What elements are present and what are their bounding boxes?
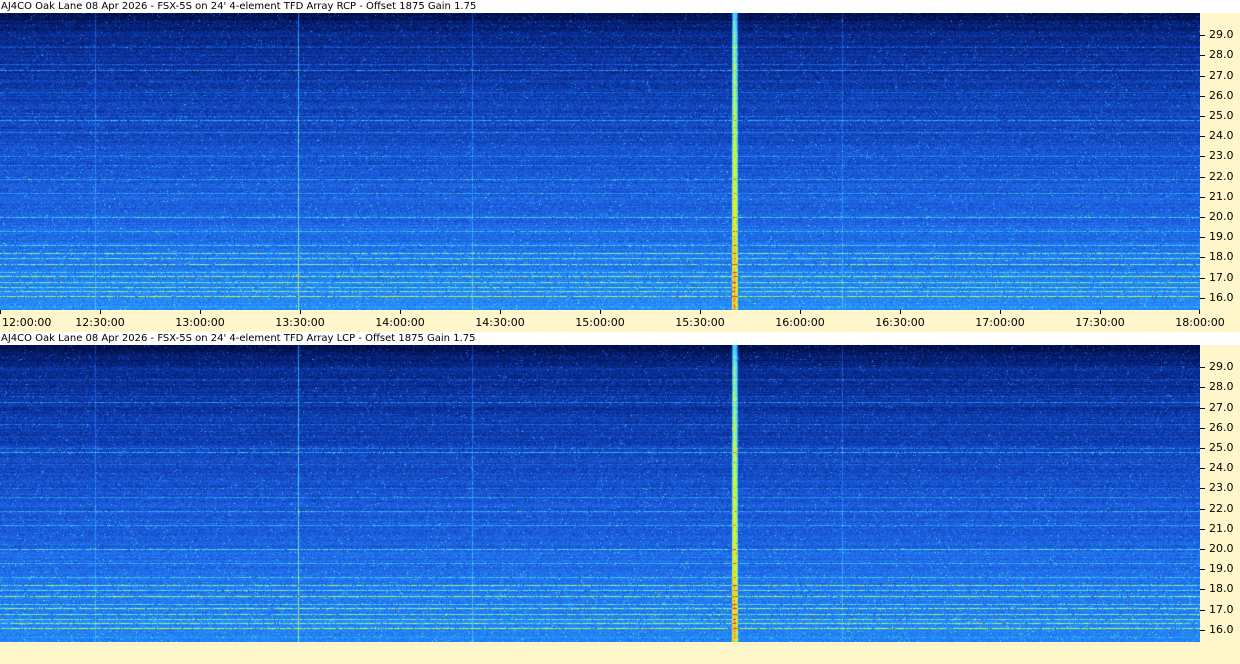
y-tick (1200, 217, 1205, 219)
y-tick-label: 23.0 (1209, 481, 1234, 495)
y-tick (1200, 569, 1205, 571)
x-tick-label: 15:30:00 (675, 316, 725, 329)
x-tick (1199, 310, 1200, 314)
y-tick (1200, 427, 1205, 429)
y-tick-label: 25.0 (1209, 441, 1234, 455)
x-tick-label: 15:00:00 (575, 316, 625, 329)
lcp-chart-title: AJ4CO Oak Lane 08 Apr 2026 - FSX-5S on 2… (1, 333, 476, 344)
y-tick-label: 25.0 (1209, 109, 1234, 123)
y-tick-label: 26.0 (1209, 88, 1234, 102)
y-tick-label: 28.0 (1209, 48, 1234, 62)
x-tick-label: 16:30:00 (875, 316, 925, 329)
rcp-time-axis: 12:00:00 12:30:00 13:00:00 13:30:00 14:00:00… (0, 310, 1240, 332)
y-tick (1200, 136, 1205, 138)
rcp-chart-title: AJ4CO Oak Lane 08 Apr 2026 - FSX-5S on 2… (1, 1, 477, 12)
lcp-spectrogram-panel: AJ4CO Oak Lane 08 Apr 2026 - FSX-5S on 2… (0, 332, 1240, 664)
y-tick-label: 16.0 (1209, 622, 1234, 636)
x-tick (700, 310, 701, 314)
x-tick-label: 13:00:00 (175, 316, 225, 329)
y-tick (1200, 367, 1205, 369)
x-tick (200, 310, 201, 314)
x-tick (900, 310, 901, 314)
x-tick (1100, 310, 1101, 314)
y-tick-label: 21.0 (1209, 189, 1234, 203)
y-tick-label: 24.0 (1209, 129, 1234, 143)
lcp-frequency-axis: 16.0 17.0 18.0 19.0 20.0 21.0 22.0 23.0 24.0 25.0… (1200, 345, 1240, 642)
x-tick-label: 17:00:00 (975, 316, 1025, 329)
y-tick-label: 29.0 (1209, 360, 1234, 374)
x-tick-label: 16:00:00 (775, 316, 825, 329)
rcp-spectrogram-panel: AJ4CO Oak Lane 08 Apr 2026 - FSX-5S on 2… (0, 0, 1240, 332)
y-tick (1200, 257, 1205, 259)
y-tick-label: 17.0 (1209, 270, 1234, 284)
y-tick (1200, 75, 1205, 77)
x-tick-label: 12:00:00 (2, 316, 52, 329)
x-tick (300, 310, 301, 314)
x-tick-label: 12:30:00 (75, 316, 125, 329)
y-tick (1200, 448, 1205, 450)
y-tick-label: 22.0 (1209, 501, 1234, 515)
y-tick (1200, 35, 1205, 37)
y-tick (1200, 116, 1205, 118)
y-tick-label: 27.0 (1209, 68, 1234, 82)
y-tick (1200, 629, 1205, 631)
x-tick (100, 310, 101, 314)
rcp-frequency-axis: 16.0 17.0 18.0 19.0 20.0 21.0 22.0 23.0 24.0 25.0… (1200, 13, 1240, 310)
y-tick-label: 18.0 (1209, 582, 1234, 596)
y-tick (1200, 549, 1205, 551)
y-tick (1200, 468, 1205, 470)
y-tick (1200, 508, 1205, 510)
rcp-spectrogram-plot (0, 13, 1200, 310)
y-tick-label: 28.0 (1209, 380, 1234, 394)
y-tick-label: 21.0 (1209, 521, 1234, 535)
y-tick (1200, 237, 1205, 239)
y-tick (1200, 156, 1205, 158)
x-tick (1000, 310, 1001, 314)
y-tick (1200, 488, 1205, 490)
y-tick (1200, 95, 1205, 97)
y-tick (1200, 589, 1205, 591)
y-tick-label: 24.0 (1209, 461, 1234, 475)
y-tick-label: 27.0 (1209, 400, 1234, 414)
y-tick-label: 19.0 (1209, 230, 1234, 244)
y-tick (1200, 277, 1205, 279)
y-tick (1200, 297, 1205, 299)
y-tick-label: 16.0 (1209, 290, 1234, 304)
y-tick-label: 20.0 (1209, 210, 1234, 224)
y-tick-label: 22.0 (1209, 169, 1234, 183)
y-tick (1200, 176, 1205, 178)
y-tick (1200, 528, 1205, 530)
x-tick-label: 14:00:00 (375, 316, 425, 329)
x-tick (0, 310, 1, 314)
lcp-time-axis (0, 642, 1240, 664)
y-tick-label: 20.0 (1209, 542, 1234, 556)
x-tick (600, 310, 601, 314)
x-tick-label: 17:30:00 (1075, 316, 1125, 329)
y-tick (1200, 196, 1205, 198)
x-tick (800, 310, 801, 314)
x-tick (500, 310, 501, 314)
y-tick-label: 17.0 (1209, 602, 1234, 616)
y-tick (1200, 387, 1205, 389)
y-tick-label: 26.0 (1209, 420, 1234, 434)
y-tick-label: 23.0 (1209, 149, 1234, 163)
x-tick-label: 13:30:00 (275, 316, 325, 329)
x-tick-label: 18:00:00 (1175, 316, 1225, 329)
y-tick-label: 29.0 (1209, 28, 1234, 42)
y-tick-label: 19.0 (1209, 562, 1234, 576)
y-tick-label: 18.0 (1209, 250, 1234, 264)
y-tick (1200, 609, 1205, 611)
lcp-spectrogram-plot (0, 345, 1200, 642)
x-tick (400, 310, 401, 314)
y-tick (1200, 407, 1205, 409)
y-tick (1200, 55, 1205, 57)
x-tick-label: 14:30:00 (475, 316, 525, 329)
